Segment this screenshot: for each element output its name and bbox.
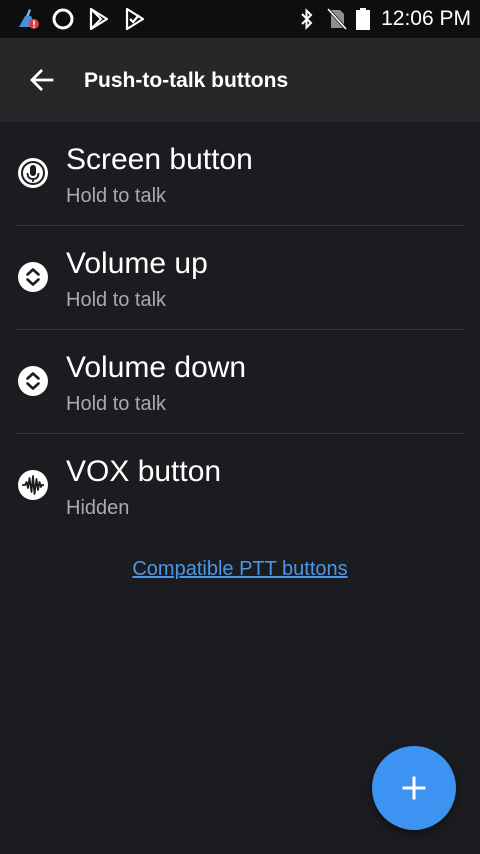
item-title: VOX button bbox=[66, 455, 222, 488]
back-button[interactable] bbox=[18, 56, 66, 104]
bluetooth-icon bbox=[301, 8, 313, 30]
list-item-vox-button[interactable]: VOX button Hidden bbox=[0, 434, 480, 538]
plus-icon bbox=[402, 776, 426, 800]
compatible-ptt-buttons-link[interactable]: Compatible PTT buttons bbox=[0, 556, 480, 582]
app-bar: Push-to-talk buttons bbox=[0, 38, 480, 122]
list-item-volume-up[interactable]: Volume up Hold to talk bbox=[0, 226, 480, 330]
page-title: Push-to-talk buttons bbox=[84, 69, 289, 92]
no-sim-icon bbox=[326, 7, 348, 31]
item-title: Volume up bbox=[66, 247, 208, 280]
item-subtitle: Hold to talk bbox=[66, 185, 167, 207]
circle-app-icon bbox=[52, 8, 74, 30]
status-bar: 12:06 PM bbox=[0, 0, 480, 38]
volume-rocker-icon bbox=[18, 262, 48, 292]
microphone-icon bbox=[18, 158, 48, 188]
ptt-button-list: Screen button Hold to talk Volume up Hol… bbox=[0, 122, 480, 538]
play-store-icon bbox=[89, 7, 109, 31]
volume-rocker-icon bbox=[18, 366, 48, 396]
list-item-screen-button[interactable]: Screen button Hold to talk bbox=[0, 122, 480, 226]
waveform-icon bbox=[18, 470, 48, 500]
item-title: Screen button bbox=[66, 143, 253, 176]
status-time: 12:06 PM bbox=[381, 7, 471, 30]
item-title: Volume down bbox=[66, 351, 247, 384]
battery-icon bbox=[356, 8, 370, 30]
item-subtitle: Hidden bbox=[66, 497, 130, 519]
play-store-alt-icon bbox=[125, 7, 145, 31]
list-item-volume-down[interactable]: Volume down Hold to talk bbox=[0, 330, 480, 434]
cleaner-app-icon bbox=[19, 9, 39, 29]
add-button[interactable] bbox=[372, 746, 456, 830]
item-subtitle: Hold to talk bbox=[66, 393, 167, 415]
arrow-back-icon bbox=[30, 69, 54, 91]
item-subtitle: Hold to talk bbox=[66, 289, 167, 311]
